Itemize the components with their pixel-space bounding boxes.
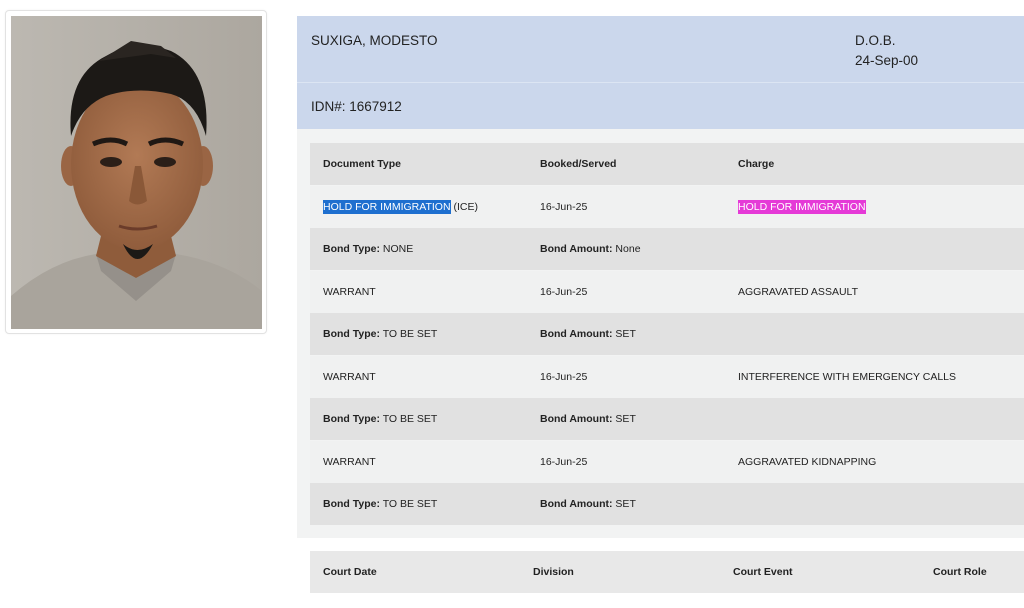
- mugshot-photo: [11, 16, 262, 329]
- court-header-row: Court Date Division Court Event Court Ro…: [310, 551, 1024, 593]
- charge-cell: INTERFERENCE WITH EMERGENCY CALLS: [738, 371, 957, 383]
- document-row: WARRANT 16-Jun-25 INTERFERENCE WITH EMER…: [310, 356, 1024, 398]
- charge-cell: HOLD FOR IMMIGRATION: [738, 186, 866, 228]
- bond-amount: Bond Amount: SET: [540, 498, 636, 510]
- document-type-cell: WARRANT: [323, 286, 376, 298]
- bond-row: Bond Type: TO BE SET Bond Amount: SET: [310, 313, 1024, 355]
- document-type-cell: HOLD FOR IMMIGRATION (ICE): [323, 186, 478, 228]
- col-charge: Charge: [738, 158, 775, 170]
- bond-amount: Bond Amount: SET: [540, 328, 636, 340]
- idn-number: IDN#: 1667912: [311, 99, 402, 114]
- inmate-name: SUXIGA, MODESTO: [311, 33, 438, 48]
- mugshot-image: [11, 16, 262, 329]
- inmate-header: SUXIGA, MODESTO D.O.B. 24-Sep-00 IDN#: 1…: [297, 16, 1024, 129]
- charge-cell: AGGRAVATED KIDNAPPING: [738, 456, 877, 468]
- col-court-role: Court Role: [933, 566, 987, 578]
- document-row: WARRANT 16-Jun-25 AGGRAVATED KIDNAPPING: [310, 441, 1024, 483]
- documents-header-row: Document Type Booked/Served Charge: [310, 143, 1024, 185]
- bond-amount: Bond Amount: SET: [540, 413, 636, 425]
- court-table: Court Date Division Court Event Court Ro…: [297, 538, 1024, 608]
- bond-type: Bond Type: TO BE SET: [323, 413, 438, 425]
- col-court-event: Court Event: [733, 566, 793, 578]
- bond-type: Bond Type: TO BE SET: [323, 498, 438, 510]
- document-type-cell: WARRANT: [323, 371, 376, 383]
- col-court-date: Court Date: [323, 566, 377, 578]
- bond-amount: Bond Amount: None: [540, 243, 641, 255]
- documents-table: Document Type Booked/Served Charge HOLD …: [297, 129, 1024, 538]
- bond-type: Bond Type: NONE: [323, 243, 414, 255]
- document-type-suffix: (ICE): [450, 201, 478, 213]
- col-document-type: Document Type: [323, 158, 401, 170]
- bond-row: Bond Type: TO BE SET Bond Amount: SET: [310, 483, 1024, 525]
- booked-date: 16-Jun-25: [540, 286, 588, 298]
- selected-text[interactable]: HOLD FOR IMMIGRATION: [323, 200, 451, 214]
- charge-cell: AGGRAVATED ASSAULT: [738, 286, 859, 298]
- booked-date: 16-Jun-25: [540, 456, 588, 468]
- bond-type: Bond Type: TO BE SET: [323, 328, 438, 340]
- document-type-cell: WARRANT: [323, 456, 376, 468]
- bond-row: Bond Type: TO BE SET Bond Amount: SET: [310, 398, 1024, 440]
- col-booked-served: Booked/Served: [540, 158, 617, 170]
- mugshot-card: [5, 10, 267, 334]
- dob-value: 24-Sep-00: [855, 53, 919, 68]
- document-row: WARRANT 16-Jun-25 AGGRAVATED ASSAULT: [310, 271, 1024, 313]
- bond-row: Bond Type: NONE Bond Amount: None: [310, 228, 1024, 270]
- document-row: HOLD FOR IMMIGRATION (ICE) 16-Jun-25 HOL…: [310, 186, 1024, 228]
- col-division: Division: [533, 566, 574, 578]
- dob-label: D.O.B.: [855, 33, 896, 48]
- header-divider: [297, 82, 1024, 83]
- booked-date: 16-Jun-25: [540, 371, 588, 383]
- highlighted-charge: HOLD FOR IMMIGRATION: [738, 200, 866, 214]
- booked-date: 16-Jun-25: [540, 201, 588, 213]
